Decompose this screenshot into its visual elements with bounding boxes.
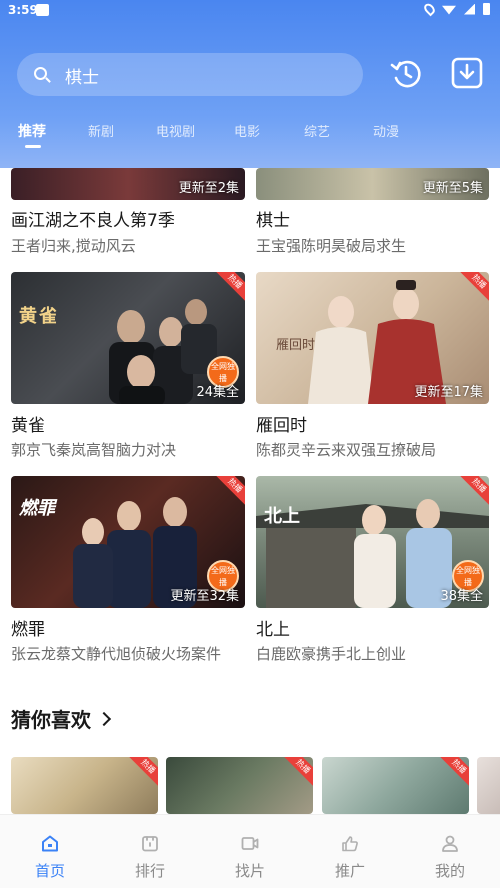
nav-label: 找片 <box>234 862 265 880</box>
status-bar: 3:59 <box>0 0 500 22</box>
download-button[interactable] <box>450 56 484 90</box>
video-subtitle: 张云龙蔡文静代旭侦破火场案件 <box>11 645 222 663</box>
search-box[interactable] <box>17 53 363 96</box>
episode-count: 更新至17集 <box>414 385 483 400</box>
video-subtitle: 白鹿欧豪携手北上创业 <box>256 645 407 663</box>
poster-title: 燃罪 <box>19 498 55 519</box>
recommend-section-header[interactable]: 猜你喜欢 <box>11 704 112 733</box>
recommend-poster[interactable]: 热播 <box>11 757 158 814</box>
nav-label: 我的 <box>434 862 465 880</box>
video-poster[interactable]: 黄雀 热播 全网独播 24集全 <box>11 272 245 404</box>
tab-variety[interactable]: 综艺 <box>304 121 330 140</box>
nav-promote[interactable]: 推广 <box>300 815 400 888</box>
header: 3:59 推荐 新剧 电视剧 电影 综艺 动漫 <box>0 0 500 168</box>
battery-icon <box>483 3 490 15</box>
video-title[interactable]: 燃罪 <box>11 615 45 640</box>
video-subtitle: 陈都灵辛云来双强互撩破局 <box>256 441 437 459</box>
recommend-poster[interactable]: 热播 <box>322 757 469 814</box>
promote-icon <box>342 836 358 852</box>
hot-tag: 热播 <box>126 757 158 789</box>
location-icon <box>422 1 437 17</box>
video-poster[interactable]: 北上 热播 全网独播 38集全 <box>256 476 489 608</box>
recommend-poster[interactable] <box>477 757 500 814</box>
tab-indicator <box>25 145 41 148</box>
notification-icon <box>36 4 49 16</box>
episode-count: 更新至5集 <box>422 181 483 196</box>
poster-title: 黄雀 <box>19 306 59 327</box>
nav-label: 推广 <box>334 862 365 880</box>
bottom-nav: 首页 排行 找片 推广 我的 <box>0 814 500 888</box>
profile-icon <box>442 835 458 852</box>
video-subtitle: 王者归来,搅动风云 <box>11 237 136 255</box>
video-title[interactable]: 黄雀 <box>11 411 45 436</box>
episode-count: 更新至2集 <box>178 181 239 196</box>
status-icons <box>422 1 490 17</box>
nav-label: 排行 <box>134 862 165 880</box>
video-title[interactable]: 雁回时 <box>256 411 307 436</box>
nav-ranking[interactable]: 排行 <box>100 815 200 888</box>
wifi-icon <box>442 5 456 15</box>
video-poster[interactable]: 燃罪 热播 全网独播 更新至32集 <box>11 476 245 608</box>
nav-find-video[interactable]: 找片 <box>200 815 300 888</box>
history-icon <box>390 60 421 88</box>
search-icon <box>34 67 47 80</box>
signal-icon <box>464 3 475 15</box>
nav-home[interactable]: 首页 <box>0 815 100 888</box>
tab-tv-series[interactable]: 电视剧 <box>156 121 195 140</box>
video-subtitle: 郭京飞秦岚高智脑力对决 <box>11 441 177 459</box>
poster-title: 北上 <box>264 506 300 527</box>
ranking-icon <box>142 836 158 852</box>
video-poster[interactable]: 雁回时 热播 更新至17集 <box>256 272 489 404</box>
episode-count: 24集全 <box>196 385 239 400</box>
home-icon <box>42 835 58 852</box>
video-title[interactable]: 棋士 <box>256 206 290 231</box>
chevron-right-icon <box>96 711 112 726</box>
video-poster[interactable]: 更新至5集 <box>256 168 489 200</box>
category-tabs: 推荐 新剧 电视剧 电影 综艺 动漫 <box>0 118 500 158</box>
tab-movies[interactable]: 电影 <box>234 121 260 140</box>
download-icon <box>451 57 483 89</box>
episode-count: 38集全 <box>440 589 483 604</box>
video-subtitle: 王宝强陈明昊破局求生 <box>256 237 407 255</box>
nav-profile[interactable]: 我的 <box>400 815 500 888</box>
hot-tag: 热播 <box>437 757 469 789</box>
episode-count: 更新至32集 <box>170 589 239 604</box>
video-poster[interactable]: 更新至2集 <box>11 168 245 200</box>
search-input[interactable] <box>65 61 345 89</box>
tab-anime[interactable]: 动漫 <box>373 121 399 140</box>
video-title[interactable]: 画江湖之不良人第7季 <box>11 206 175 231</box>
nav-label: 首页 <box>34 862 65 880</box>
find-video-icon <box>241 837 259 850</box>
video-title[interactable]: 北上 <box>256 615 290 640</box>
poster-title: 雁回时 <box>276 338 316 353</box>
section-title: 猜你喜欢 <box>11 708 91 732</box>
status-time: 3:59 <box>8 3 38 17</box>
tab-new-drama[interactable]: 新剧 <box>88 121 114 140</box>
history-button[interactable] <box>389 56 423 90</box>
hot-tag: 热播 <box>281 757 313 789</box>
recommend-poster[interactable]: 热播 <box>166 757 313 814</box>
tab-recommend[interactable]: 推荐 <box>18 121 46 141</box>
